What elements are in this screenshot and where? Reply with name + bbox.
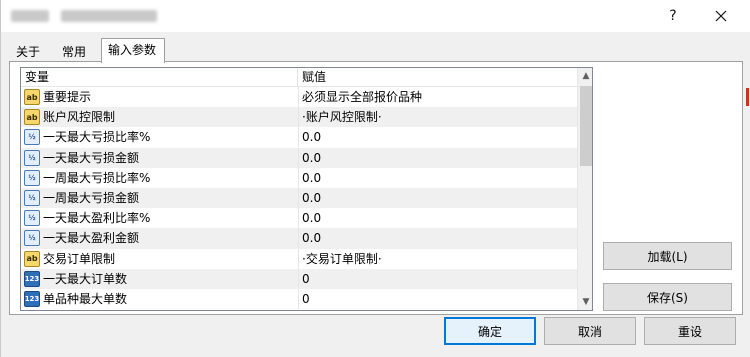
vertical-scrollbar[interactable]: ▲ ▼ xyxy=(577,68,592,310)
tab-input-parameters[interactable]: 输入参数 xyxy=(101,38,165,63)
variable-name: 一周最大亏损比率% xyxy=(43,170,151,185)
scroll-up-icon[interactable]: ▲ xyxy=(578,68,592,84)
list-header: 变量 赋值 xyxy=(21,68,577,87)
parameters-dialog: ? 关于 常用 输入参数 变量 赋值 ab 重要提示 必须显示全部报价品种 ab 账户风… xyxy=(0,0,750,357)
table-row[interactable]: ½ 一周最大亏损比率% 0.0 xyxy=(21,167,577,188)
ok-button[interactable]: 确定 xyxy=(444,317,536,345)
double-type-icon: ½ xyxy=(24,129,40,146)
save-button[interactable]: 保存(S) xyxy=(603,283,732,311)
variable-name: 一天最大订单数 xyxy=(43,271,128,286)
background-window-artifact xyxy=(746,88,749,106)
table-row[interactable]: ½ 一天最大亏损金额 0.0 xyxy=(21,147,577,168)
column-divider xyxy=(298,248,299,269)
table-row[interactable]: ½ 一天最大亏损比率% 0.0 xyxy=(21,127,577,148)
tab-common[interactable]: 常用 xyxy=(55,41,97,62)
list-rows: ab 重要提示 必须显示全部报价品种 ab 账户风控限制 ·账户风控限制· ½ 一天最大亏损比… xyxy=(21,87,577,309)
string-type-icon: ab xyxy=(24,109,40,126)
tab-about[interactable]: 关于 xyxy=(9,41,47,62)
column-divider xyxy=(298,107,299,128)
close-button[interactable] xyxy=(701,2,741,30)
cancel-button[interactable]: 取消 xyxy=(544,317,636,345)
variable-value[interactable]: ·交易订单限制· xyxy=(302,249,572,269)
variable-value[interactable]: 0 xyxy=(302,289,572,309)
close-icon xyxy=(715,10,727,22)
double-type-icon: ½ xyxy=(24,230,40,247)
variable-value[interactable]: 0 xyxy=(302,269,572,289)
variable-value[interactable]: 0.0 xyxy=(302,208,572,228)
table-row[interactable]: ½ 一天最大盈利金额 0.0 xyxy=(21,228,577,249)
column-divider xyxy=(298,87,299,107)
column-divider xyxy=(298,167,299,188)
variable-name: 一天最大亏损比率% xyxy=(43,130,151,145)
string-type-icon: ab xyxy=(24,89,40,105)
double-type-icon: ½ xyxy=(24,169,40,186)
table-row[interactable]: ab 重要提示 必须显示全部报价品种 xyxy=(21,87,577,107)
reset-button[interactable]: 重设 xyxy=(644,317,736,345)
table-row[interactable]: 123 一天最大订单数 0 xyxy=(21,268,577,289)
parameters-list[interactable]: 变量 赋值 ab 重要提示 必须显示全部报价品种 ab 账户风控限制 ·账户风控限制· ½ 一… xyxy=(20,67,593,311)
variable-value[interactable]: ·账户风控限制· xyxy=(302,107,572,127)
variable-value[interactable]: 0.0 xyxy=(302,188,572,208)
help-button[interactable]: ? xyxy=(653,2,693,30)
column-divider xyxy=(298,208,299,229)
variable-value[interactable]: 0.0 xyxy=(302,228,572,248)
column-divider xyxy=(298,228,299,249)
variable-value[interactable]: 必须显示全部报价品种 xyxy=(302,87,572,107)
column-divider xyxy=(298,268,299,289)
double-type-icon: ½ xyxy=(24,189,40,206)
blurred-title-text xyxy=(61,10,157,22)
double-type-icon: ½ xyxy=(24,149,40,166)
column-header-value[interactable]: 赋值 xyxy=(298,68,577,87)
scroll-thumb[interactable] xyxy=(580,86,592,166)
integer-type-icon: 123 xyxy=(24,290,40,307)
variable-value[interactable]: 0.0 xyxy=(302,168,572,188)
variable-name: 账户风控限制 xyxy=(43,110,116,125)
table-row[interactable]: ½ 一天最大盈利比率% 0.0 xyxy=(21,208,577,229)
variable-name: 重要提示 xyxy=(43,90,92,104)
variable-name: 交易订单限制 xyxy=(43,251,116,266)
table-row[interactable]: ab 账户风控限制 ·账户风控限制· xyxy=(21,107,577,128)
integer-type-icon: 123 xyxy=(24,270,40,287)
variable-name: 一天最大盈利比率% xyxy=(43,211,151,226)
column-divider xyxy=(298,288,299,309)
blurred-title-icon xyxy=(11,10,49,22)
variable-name: 单品种最大单数 xyxy=(43,291,128,306)
variable-name: 一天最大盈利金额 xyxy=(43,231,140,246)
variable-value[interactable]: 0.0 xyxy=(302,127,572,147)
column-header-variable[interactable]: 变量 xyxy=(21,68,298,87)
table-row[interactable]: ½ 一周最大亏损金额 0.0 xyxy=(21,187,577,209)
scroll-down-icon[interactable]: ▼ xyxy=(578,294,592,310)
column-divider xyxy=(298,147,299,168)
variable-name: 一周最大亏损金额 xyxy=(43,190,140,205)
variable-name: 一天最大亏损金额 xyxy=(43,150,140,165)
table-row[interactable]: ab 交易订单限制 ·交易订单限制· xyxy=(21,248,577,269)
table-row[interactable]: 123 单品种最大单数 0 xyxy=(21,288,577,309)
column-divider xyxy=(298,127,299,148)
double-type-icon: ½ xyxy=(24,210,40,227)
string-type-icon: ab xyxy=(24,250,40,267)
variable-value[interactable]: 0.0 xyxy=(302,148,572,168)
column-divider xyxy=(298,187,299,208)
load-button[interactable]: 加载(L) xyxy=(603,242,732,270)
title-bar: ? xyxy=(1,0,750,32)
